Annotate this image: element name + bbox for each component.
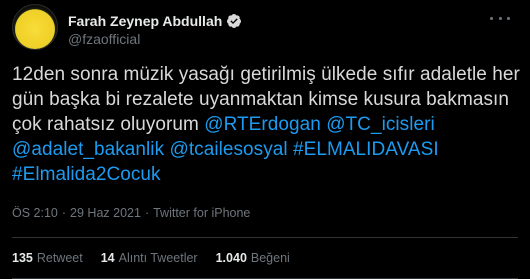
retweets-stat[interactable]: 135 Retweet: [12, 251, 83, 265]
meta-separator: ·: [144, 206, 150, 220]
retweets-count: 135: [12, 251, 33, 265]
tweet-card: Farah Zeynep Abdullah @fzaofficial 12den…: [0, 0, 530, 279]
tweet-text: 12den sonra müzik yasağı getirilmiş ülke…: [12, 62, 522, 187]
quotes-count: 14: [100, 251, 115, 265]
verified-badge-icon: [226, 13, 242, 29]
author-handle[interactable]: @fzaofficial: [68, 31, 242, 47]
likes-label: Beğeni: [250, 251, 290, 265]
author-block: Farah Zeynep Abdullah @fzaofficial: [68, 12, 242, 47]
meta-separator: ·: [61, 206, 67, 220]
more-options-icon[interactable]: [490, 14, 510, 22]
mention-link[interactable]: @TC_icisleri: [326, 114, 435, 135]
mention-link[interactable]: @adalet_bakanlik: [12, 139, 164, 160]
tweet-time[interactable]: ÖS 2:10: [12, 206, 58, 220]
tweet-meta: ÖS 2:10 · 29 Haz 2021 · Twitter for iPhone: [12, 206, 250, 220]
mention-link[interactable]: @tcailesosyal: [169, 139, 287, 160]
name-row: Farah Zeynep Abdullah: [68, 12, 242, 29]
tweet-source[interactable]: Twitter for iPhone: [153, 206, 250, 220]
divider: [12, 237, 518, 238]
avatar[interactable]: [12, 4, 58, 50]
quotes-label: Alıntı Tweetler: [118, 251, 198, 265]
quotes-stat[interactable]: 14 Alıntı Tweetler: [101, 251, 198, 265]
likes-stat[interactable]: 1.040 Beğeni: [216, 251, 290, 265]
tweet-date[interactable]: 29 Haz 2021: [70, 206, 141, 220]
retweets-label: Retweet: [36, 251, 83, 265]
tweet-stats: 135 Retweet 14 Alıntı Tweetler 1.040 Beğ…: [12, 251, 308, 265]
hashtag-link[interactable]: #Elmalida2Cocuk: [12, 164, 161, 185]
tweet-header: Farah Zeynep Abdullah @fzaofficial: [12, 4, 242, 54]
author-display-name[interactable]: Farah Zeynep Abdullah: [68, 13, 222, 29]
likes-count: 1.040: [215, 251, 247, 265]
hashtag-link[interactable]: #ELMALIDAVASI: [293, 139, 439, 160]
mention-link[interactable]: @RTErdogan: [204, 114, 321, 135]
